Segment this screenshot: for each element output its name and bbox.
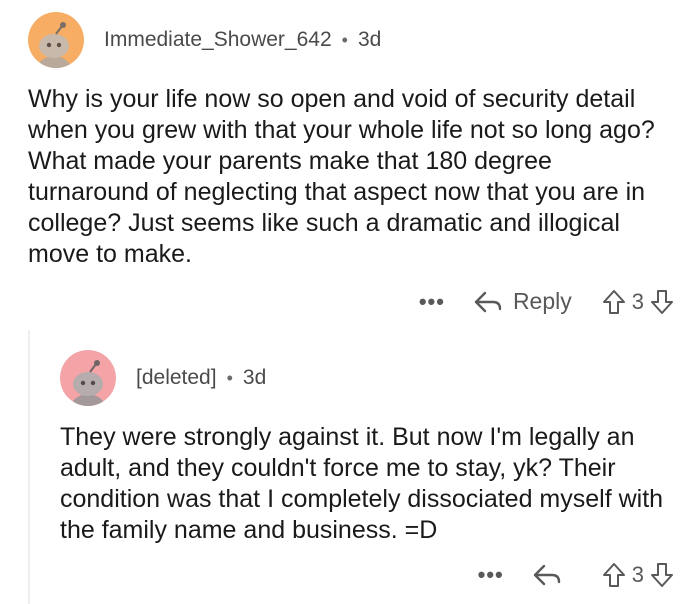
comment-body: They were strongly against it. But now I… [60,422,680,546]
downvote-arrow-icon[interactable] [650,562,674,588]
vote-widget: 3 [602,562,674,588]
timestamp: 3d [242,366,267,389]
comment-actions: ••• Reply 3 [419,288,674,315]
reply-label: Reply [512,288,572,314]
more-options-button[interactable]: ••• [478,562,504,588]
comment-text: They were strongly against it. But now I… [60,423,664,544]
snoo-avatar-icon [70,360,106,406]
reply-button[interactable] [532,563,572,587]
vote-score: 3 [631,562,644,587]
timestamp: 3d [357,28,382,51]
comment-header: Immediate_Shower_642 • 3d [28,12,381,68]
comment-reply: [deleted] • 3d They were strongly agains… [0,330,700,604]
comment-top: Immediate_Shower_642 • 3d Why is your li… [0,0,700,330]
reply-arrow-icon [474,291,502,312]
separator-dot: • [226,367,233,388]
separator-dot: • [341,29,348,50]
avatar[interactable] [28,12,84,68]
vote-score: 3 [631,288,644,314]
downvote-arrow-icon[interactable] [650,289,674,315]
reply-arrow-icon [533,564,560,586]
comment-header: [deleted] • 3d [60,350,266,406]
upvote-arrow-icon[interactable] [602,562,626,588]
reply-button[interactable]: Reply [473,288,572,315]
upvote-arrow-icon[interactable] [602,289,626,315]
comment-body: Why is your life now so open and void of… [28,84,678,270]
comment-actions: ••• 3 [478,562,674,588]
comment-text: Why is your life now so open and void of… [28,85,655,268]
username[interactable]: Immediate_Shower_642 [104,28,332,52]
username: [deleted] [136,366,217,389]
more-options-button[interactable]: ••• [419,289,445,315]
snoo-avatar-icon [36,22,72,68]
vote-widget: 3 [602,289,674,315]
avatar[interactable] [60,350,116,406]
